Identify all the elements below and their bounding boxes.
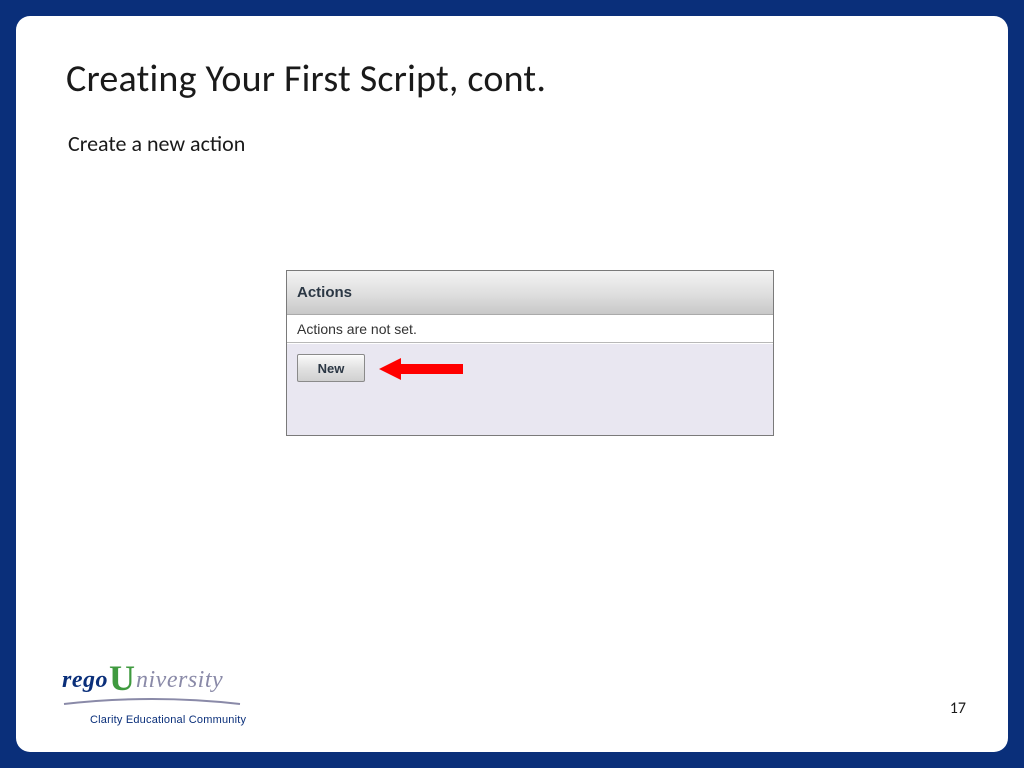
brand-logo-part2: U: [109, 666, 135, 691]
slide-title: Creating Your First Script, cont.: [66, 56, 958, 102]
brand-logo-part1: rego: [62, 667, 108, 694]
brand-logo-part3: niversity: [136, 667, 223, 694]
brand-tagline: Clarity Educational Community: [90, 714, 292, 726]
brand-logo: rego U niversity Clarity Educational Com…: [62, 663, 292, 726]
new-button[interactable]: New: [297, 354, 365, 382]
slide: Creating Your First Script, cont. Create…: [16, 16, 1008, 752]
slide-frame: Creating Your First Script, cont. Create…: [0, 0, 1024, 768]
actions-panel-header-label: Actions: [297, 284, 352, 301]
arrow-left-icon: [379, 358, 463, 380]
page-number: 17: [950, 699, 966, 718]
actions-panel-header: Actions: [287, 271, 773, 315]
actions-panel: Actions Actions are not set. New: [286, 270, 774, 436]
swoosh-icon: [62, 698, 242, 708]
actions-panel-body: New: [287, 343, 773, 435]
brand-logo-wordmark: rego U niversity: [62, 663, 292, 694]
slide-subtitle: Create a new action: [68, 130, 958, 157]
actions-empty-message: Actions are not set.: [297, 321, 417, 337]
actions-empty-row: Actions are not set.: [287, 315, 773, 343]
